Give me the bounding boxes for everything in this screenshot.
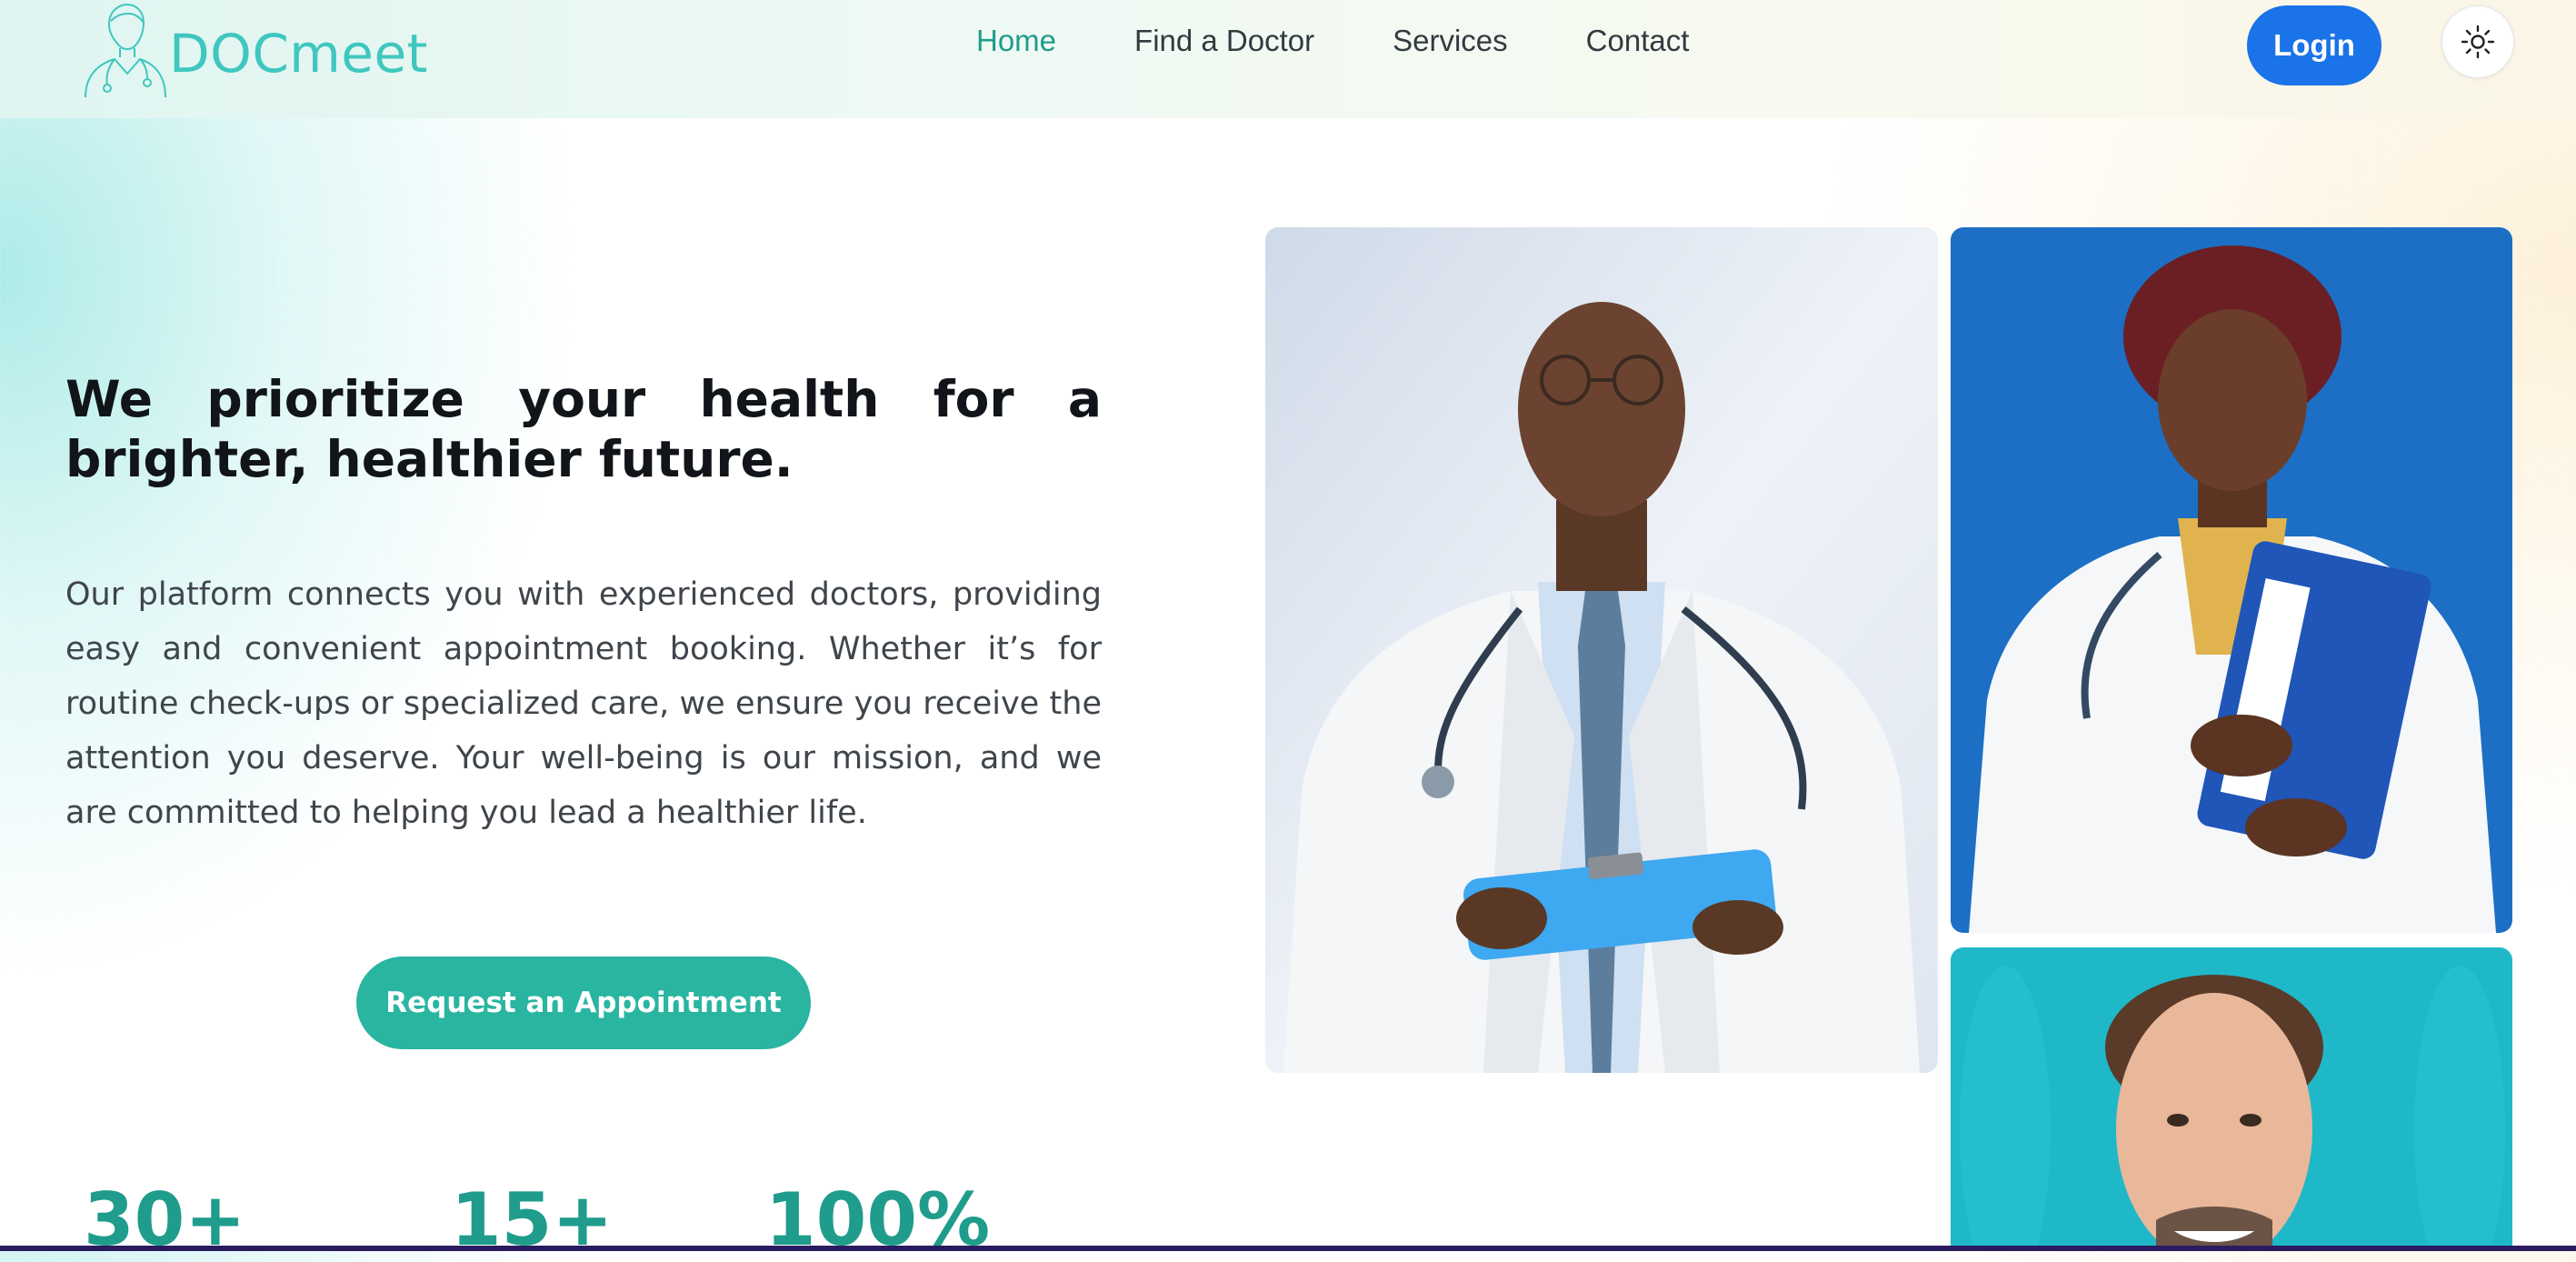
main-nav: Home Find a Doctor Services Contact [976, 24, 1689, 58]
doctor-photo-male-smiling [1951, 947, 2512, 1251]
doctor-photo-female-folder [1951, 227, 2512, 933]
brand-name: DOCmeet [169, 23, 428, 85]
nav-item-find-a-doctor[interactable]: Find a Doctor [1134, 24, 1314, 58]
nav-item-services[interactable]: Services [1393, 24, 1508, 58]
nav-item-home[interactable]: Home [976, 24, 1056, 58]
brand-logo[interactable]: DOCmeet [78, 0, 428, 100]
hero-title: We prioritize your health for a brighter… [65, 370, 1102, 488]
hero-description: Our platform connects you with experienc… [65, 576, 1102, 831]
sun-icon [2461, 25, 2495, 59]
doctor-photo-male-clipboard [1265, 227, 1938, 1073]
doctor-outline-icon [85, 3, 166, 98]
nav-item-contact[interactable]: Contact [1586, 24, 1690, 58]
bottom-edge-bar [0, 1246, 2576, 1251]
request-appointment-button[interactable]: Request an Appointment [356, 957, 811, 1049]
theme-toggle-button[interactable] [2441, 5, 2514, 78]
login-button[interactable]: Login [2247, 5, 2381, 85]
site-header: DOCmeet Home Find a Doctor Services Cont… [0, 0, 2576, 118]
